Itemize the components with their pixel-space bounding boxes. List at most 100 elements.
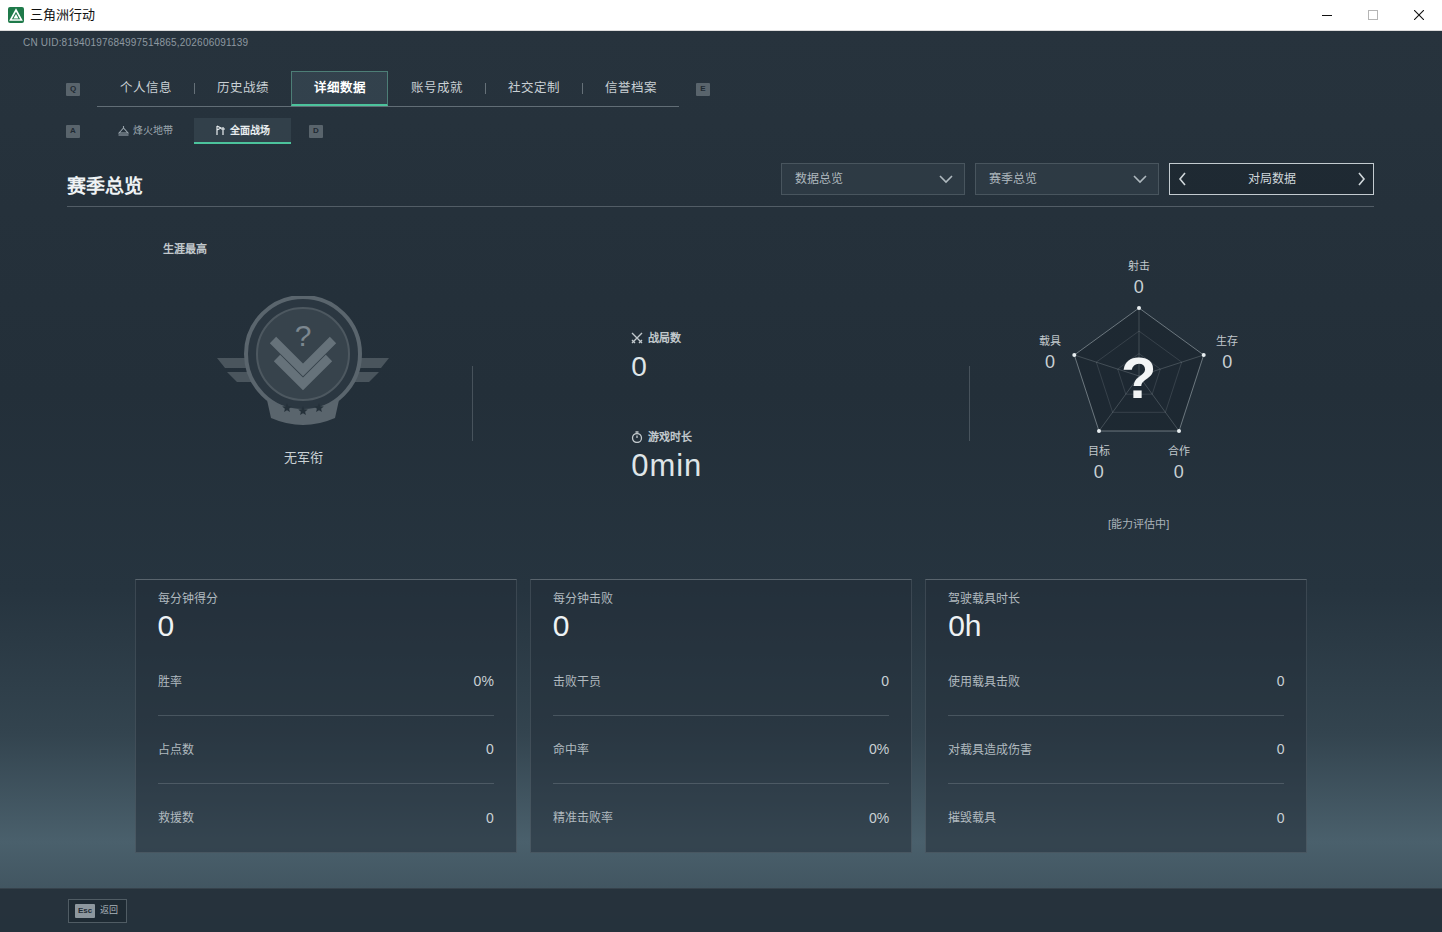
stat-row-label: 胜率 bbox=[158, 673, 182, 691]
stopwatch-icon bbox=[631, 431, 643, 443]
nav-tab[interactable]: 信誉档案 bbox=[582, 71, 679, 106]
nav-tab[interactable]: 个人信息 bbox=[97, 71, 194, 106]
tab-label[interactable]: 详细数据 bbox=[314, 79, 366, 98]
mode-tab[interactable]: 烽火地带 bbox=[97, 118, 194, 144]
stat-row-value: 0 bbox=[486, 808, 494, 829]
stat-row-value: 0 bbox=[1277, 671, 1285, 692]
game-screen: CN UID:81940197684997514865,202606091139… bbox=[0, 31, 1442, 932]
tab-label[interactable]: 个人信息 bbox=[120, 79, 172, 98]
dropdown-label[interactable]: 数据总览 bbox=[795, 170, 843, 188]
filter-dropdown[interactable]: 赛季总览 bbox=[975, 163, 1159, 195]
next-tab-key[interactable]: E bbox=[696, 83, 710, 96]
mode-tab-label[interactable]: 烽火地带 bbox=[133, 123, 173, 138]
battlefield-flag-icon[interactable] bbox=[215, 125, 226, 136]
filter-dropdown[interactable]: 数据总览 bbox=[781, 163, 965, 195]
stat-row-label: 击败干员 bbox=[553, 673, 601, 691]
summary-value: 0 bbox=[631, 351, 969, 383]
summary-label: 战局数 bbox=[631, 331, 969, 345]
nav-tab[interactable]: 账号成就 bbox=[388, 71, 485, 106]
radar-axis: 生存0 bbox=[1216, 334, 1238, 373]
tab-label[interactable]: 信誉档案 bbox=[605, 79, 657, 98]
tab-label[interactable]: 社交定制 bbox=[508, 79, 560, 98]
stat-row: 胜率 0% bbox=[158, 648, 494, 716]
chevron-down-icon[interactable] bbox=[938, 174, 954, 184]
radar-axis-value: 0 bbox=[1128, 276, 1150, 298]
mode-tabs: 烽火地带 全面战场 bbox=[97, 118, 291, 144]
main-tab-bar: Q 个人信息 历史战绩 详细数据 账号成就 社交定制 信誉档案 E bbox=[66, 71, 1442, 107]
radar-axis: 合作0 bbox=[1168, 444, 1190, 483]
nav-tab[interactable]: 详细数据 bbox=[291, 71, 388, 106]
stat-card-title: 每分钟得分 bbox=[158, 591, 494, 607]
stat-card: 驾驶载具时长0h使用载具击败0对载具造成伤害0摧毁载具0 bbox=[925, 579, 1307, 853]
emblem-mark: ? bbox=[295, 319, 312, 352]
stat-row-value: 0% bbox=[869, 808, 889, 829]
stat-card: 每分钟击败0击败干员0命中率0%精准击败率0% bbox=[530, 579, 912, 853]
player-uid: CN UID:81940197684997514865,202606091139 bbox=[0, 31, 1442, 49]
stat-row-value: 0 bbox=[486, 739, 494, 760]
summary-column: 战局数0游戏时长0min bbox=[473, 231, 969, 541]
nav-tab[interactable]: 社交定制 bbox=[485, 71, 582, 106]
stat-row: 摧毁载具0 bbox=[948, 784, 1284, 852]
title-bar: 三角洲行动 bbox=[0, 0, 1442, 31]
stat-card-value: 0 bbox=[158, 609, 494, 643]
profile-panel: CN UID:81940197684997514865,202606091139… bbox=[0, 31, 1442, 888]
stat-row: 占点数0 bbox=[158, 716, 494, 784]
stat-row: 精准击败率 0% bbox=[553, 784, 889, 852]
chevron-down-icon[interactable] bbox=[1132, 174, 1148, 184]
stat-rows: 击败干员0命中率0%精准击败率0% bbox=[553, 648, 889, 852]
minimize-icon[interactable] bbox=[1304, 0, 1350, 30]
stat-rows: 使用载具击败0对载具造成伤害0摧毁载具0 bbox=[948, 648, 1284, 852]
back-button[interactable]: Esc 返回 bbox=[68, 899, 127, 923]
footer-bar: Esc 返回 bbox=[0, 888, 1442, 932]
tab-label[interactable]: 账号成就 bbox=[411, 79, 463, 98]
close-icon[interactable] bbox=[1396, 0, 1442, 30]
radar-axis-label: 目标 bbox=[1088, 444, 1110, 458]
radar-axis-label: 生存 bbox=[1216, 334, 1238, 348]
section-controls: 数据总览 赛季总览 对局数据 bbox=[781, 163, 1374, 195]
maximize-icon[interactable] bbox=[1350, 0, 1396, 30]
mode-tab[interactable]: 全面战场 bbox=[194, 118, 291, 144]
stat-row-value: 0% bbox=[869, 739, 889, 760]
esc-key[interactable]: Esc bbox=[75, 904, 95, 918]
stat-row-label: 对载具造成伤害 bbox=[948, 741, 1032, 759]
chevron-left-icon[interactable] bbox=[1170, 164, 1194, 194]
chevron-right-icon[interactable] bbox=[1349, 164, 1373, 194]
stat-row: 击败干员 0 bbox=[553, 648, 889, 716]
nav-tab[interactable]: 历史战绩 bbox=[194, 71, 291, 106]
stat-card-value: 0 bbox=[553, 609, 889, 643]
delta-logo-icon bbox=[8, 7, 24, 23]
summary-label-text: 游戏时长 bbox=[648, 430, 692, 444]
stat-cards: 每分钟得分0胜率0%占点数0救援数0每分钟击败0击败干员0命中率0%精准击败率0… bbox=[135, 579, 1308, 853]
stat-row-label: 精准击败率 bbox=[553, 809, 613, 827]
prev-mode-key[interactable]: A bbox=[66, 125, 80, 138]
main-tabs: 个人信息 历史战绩 详细数据 账号成就 社交定制 信誉档案 bbox=[97, 71, 679, 107]
dropdown-label[interactable]: 赛季总览 bbox=[989, 170, 1037, 188]
data-pager[interactable]: 对局数据 bbox=[1169, 163, 1374, 195]
tab-label[interactable]: 历史战绩 bbox=[217, 79, 269, 98]
section-title: 赛季总览 bbox=[67, 175, 143, 199]
ability-column: 射击0生存0合作0目标0载具0?[能力评估中] bbox=[970, 231, 1308, 541]
rank-emblem-icon: ? bbox=[135, 296, 473, 426]
career-caption: 生涯最高 bbox=[135, 242, 473, 256]
stat-row-value: 0 bbox=[881, 671, 889, 692]
stat-row-label: 使用载具击败 bbox=[948, 673, 1020, 691]
career-column: 生涯最高?无军衔 bbox=[135, 231, 473, 541]
mode-tab-label[interactable]: 全面战场 bbox=[230, 123, 270, 138]
mode-tab-bar: A 烽火地带 全面战场 D bbox=[66, 118, 1442, 144]
radar-status: [能力评估中] bbox=[1108, 516, 1169, 533]
section-header: 赛季总览 数据总览 赛季总览 对局数据 bbox=[67, 163, 1374, 207]
stat-card-title: 驾驶载具时长 bbox=[948, 591, 1284, 607]
pager-label: 对局数据 bbox=[1194, 170, 1349, 188]
radar-axis-label: 合作 bbox=[1168, 444, 1190, 458]
season-overview: 生涯最高?无军衔战局数0游戏时长0min射击0生存0合作0目标0载具0?[能力评… bbox=[135, 231, 1308, 541]
radar-center-mark: ? bbox=[1121, 348, 1156, 408]
stat-card-value: 0h bbox=[948, 609, 1284, 643]
stat-row-value: 0% bbox=[474, 671, 494, 692]
stat-row-value: 0 bbox=[1277, 808, 1285, 829]
prev-tab-key[interactable]: Q bbox=[66, 83, 80, 96]
stat-row: 救援数0 bbox=[158, 784, 494, 852]
back-label[interactable]: 返回 bbox=[100, 904, 118, 918]
outpost-icon[interactable] bbox=[118, 125, 129, 136]
next-mode-key[interactable]: D bbox=[309, 125, 323, 138]
summary-label-text: 战局数 bbox=[648, 331, 681, 345]
